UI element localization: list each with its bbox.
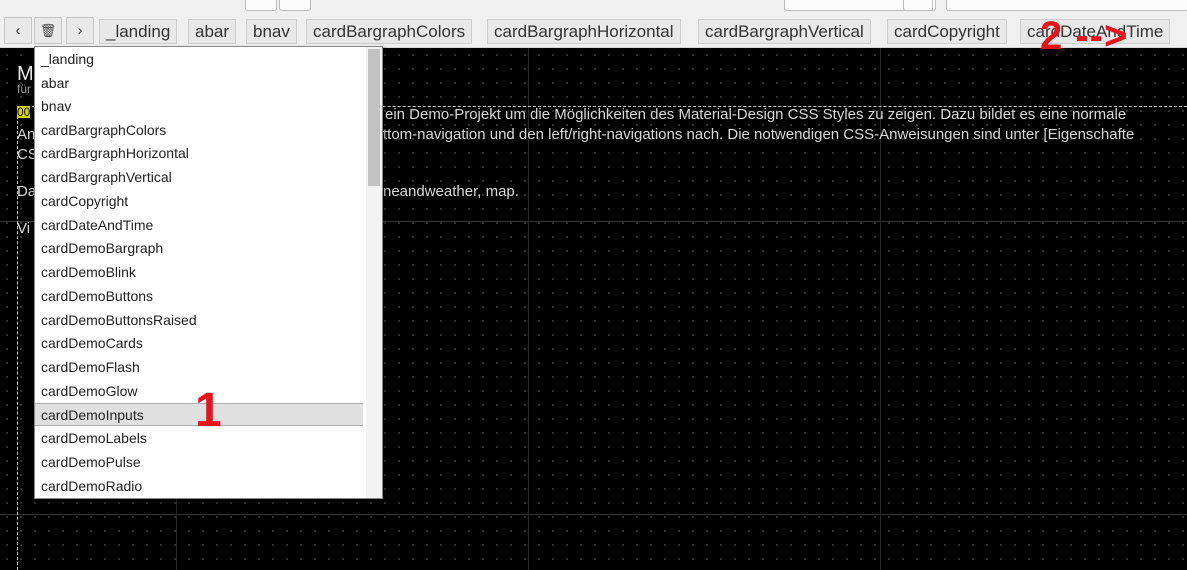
annotation-marker-two: 2 --> [1040,14,1129,58]
dropdown-scrollbar-thumb[interactable] [368,49,380,186]
dropdown-item[interactable]: abar [35,72,363,95]
tab-card-copyright[interactable]: cardCopyright [887,19,1007,44]
previous-view-button[interactable]: ‹ [4,17,32,44]
tab-bnav[interactable]: bnav [246,19,297,44]
trash-icon: 🗑 [39,23,57,38]
view-tab-bar: ‹ 🗑 › _landing abar bnav cardBargraphCol… [0,12,1187,48]
dropdown-item[interactable]: cardDemoButtons [35,285,363,308]
dropdown-item[interactable]: cardBargraphVertical [35,166,363,189]
toolbar-control-fragment[interactable] [279,0,311,11]
next-view-button[interactable]: › [66,17,94,44]
dropdown-item[interactable]: cardDemoBargraph [35,237,363,260]
dropdown-item[interactable]: cardDemoButtonsRaised [35,309,363,332]
view-selector-button[interactable]: 🗑 [34,17,62,44]
dropdown-item[interactable]: cardCopyright [35,190,363,213]
tab-card-bargraph-horizontal[interactable]: cardBargraphHorizontal [487,19,681,44]
dropdown-item[interactable]: cardDateAndTime [35,214,363,237]
widget-text-line: An [17,126,36,143]
widget-text-line: Vi [17,220,31,237]
top-toolbar-fragment [0,0,1187,12]
dropdown-item[interactable]: cardDemoBlink [35,261,363,284]
widget-text-line: ttom-navigation und den left/right-navig… [383,126,1135,143]
widget-text-line: neandweather, map. [383,183,519,200]
toolbar-control-fragment[interactable] [903,0,933,11]
tab-abar[interactable]: abar [188,19,237,44]
dropdown-item[interactable]: cardDemoCards [35,332,363,355]
widget-highlight-label: 00 [17,105,31,119]
toolbar-control-fragment[interactable] [245,0,277,11]
dropdown-item[interactable]: _landing [35,48,363,71]
widget-text-line: ein Demo-Projekt um die Möglichkeiten de… [385,106,1127,123]
chevron-right-icon: › [77,22,83,39]
tab-landing[interactable]: _landing [99,19,178,44]
dropdown-item[interactable]: bnav [35,95,363,118]
widget-subheading: für [17,82,32,96]
tab-card-bargraph-colors[interactable]: cardBargraphColors [306,19,473,44]
toolbar-control-fragment[interactable] [946,0,1187,11]
dropdown-item[interactable]: cardDemoRadio [35,475,363,498]
annotation-marker-one: 1 [195,384,222,437]
dropdown-item[interactable]: cardDemoPulse [35,451,363,474]
dropdown-item[interactable]: cardDemoFlash [35,356,363,379]
dropdown-scrollbar[interactable] [366,47,382,498]
grid-line [0,514,1187,515]
tab-card-bargraph-vertical[interactable]: cardBargraphVertical [698,19,871,44]
widget-selection-border [17,106,18,570]
chevron-left-icon: ‹ [15,22,21,39]
dropdown-item[interactable]: cardBargraphColors [35,119,363,142]
dropdown-item[interactable]: cardBargraphHorizontal [35,142,363,165]
